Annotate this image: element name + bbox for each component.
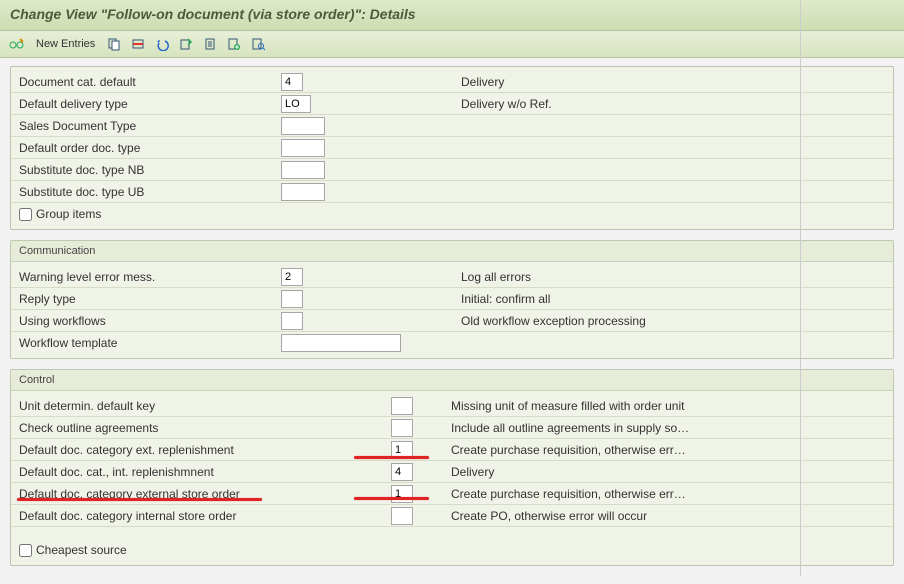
field-desc: Create purchase requisition, otherwise e…	[431, 487, 893, 501]
field-desc: Missing unit of measure filled with orde…	[431, 399, 893, 413]
group-communication: Communication Warning level error mess. …	[10, 240, 894, 359]
copy-icon[interactable]	[105, 35, 123, 53]
default-order-doc-type-input[interactable]	[281, 139, 325, 157]
undo-icon[interactable]	[153, 35, 171, 53]
group-main: Document cat. default Delivery Default d…	[10, 66, 894, 230]
field-label: Check outline agreements	[11, 421, 391, 435]
delete-icon[interactable]	[129, 35, 147, 53]
row-doc-cat-ext-store: Default doc. category external store ord…	[11, 483, 893, 505]
row-warning-level: Warning level error mess. Log all errors	[11, 266, 893, 288]
field-label: Default doc. category internal store ord…	[11, 509, 391, 523]
annotation-mark	[354, 456, 429, 459]
doc-add-icon[interactable]	[225, 35, 243, 53]
checkbox-label: Cheapest source	[36, 543, 127, 557]
field-label: Default doc. category ext. replenishment	[11, 443, 391, 457]
group-title: Communication	[11, 241, 893, 262]
field-label: Workflow template	[11, 336, 281, 350]
annotation-mark	[354, 497, 429, 500]
field-label: Substitute doc. type UB	[11, 185, 281, 199]
row-doc-cat-int-store: Default doc. category internal store ord…	[11, 505, 893, 527]
field-label: Default doc. cat., int. replenishmnent	[11, 465, 391, 479]
sub-doc-type-nb-input[interactable]	[281, 161, 325, 179]
field-desc: Delivery	[441, 75, 893, 89]
row-sub-doc-type-ub: Substitute doc. type UB	[11, 181, 893, 203]
row-doc-cat-int-replen: Default doc. cat., int. replenishmnent D…	[11, 461, 893, 483]
field-label: Substitute doc. type NB	[11, 163, 281, 177]
doc-icon[interactable]	[201, 35, 219, 53]
using-workflows-input[interactable]	[281, 312, 303, 330]
pane-divider	[800, 0, 801, 576]
default-delivery-type-input[interactable]	[281, 95, 311, 113]
annotation-mark	[17, 498, 262, 501]
row-default-order-doc-type: Default order doc. type	[11, 137, 893, 159]
field-desc: Delivery	[431, 465, 893, 479]
checkbox-label: Group items	[36, 207, 101, 221]
glasses-pencil-icon[interactable]	[8, 35, 26, 53]
doc-cat-default-input[interactable]	[281, 73, 303, 91]
page-title: Change View "Follow-on document (via sto…	[0, 0, 904, 31]
row-check-outline: Check outline agreements Include all out…	[11, 417, 893, 439]
row-reply-type: Reply type Initial: confirm all	[11, 288, 893, 310]
new-entries-button[interactable]: New Entries	[32, 38, 99, 50]
field-desc: Log all errors	[441, 270, 893, 284]
row-sub-doc-type-nb: Substitute doc. type NB	[11, 159, 893, 181]
row-default-delivery-type: Default delivery type Delivery w/o Ref.	[11, 93, 893, 115]
doc-search-icon[interactable]	[249, 35, 267, 53]
field-desc: Create purchase requisition, otherwise e…	[431, 443, 893, 457]
field-label: Using workflows	[11, 314, 281, 328]
group-items-checkbox[interactable]	[19, 208, 32, 221]
field-desc: Include all outline agreements in supply…	[431, 421, 893, 435]
check-outline-input[interactable]	[391, 419, 413, 437]
sales-doc-type-input[interactable]	[281, 117, 325, 135]
doc-cat-int-store-input[interactable]	[391, 507, 413, 525]
row-sales-doc-type: Sales Document Type	[11, 115, 893, 137]
group-title: Control	[11, 370, 893, 391]
field-desc: Initial: confirm all	[441, 292, 893, 306]
field-label: Unit determin. default key	[11, 399, 391, 413]
workflow-template-input[interactable]	[281, 334, 401, 352]
field-label: Warning level error mess.	[11, 270, 281, 284]
field-label: Sales Document Type	[11, 119, 281, 133]
save-next-icon[interactable]	[177, 35, 195, 53]
doc-cat-int-replen-input[interactable]	[391, 463, 413, 481]
field-label: Document cat. default	[11, 75, 281, 89]
row-doc-cat-ext-replen: Default doc. category ext. replenishment…	[11, 439, 893, 461]
field-label: Default order doc. type	[11, 141, 281, 155]
content: Document cat. default Delivery Default d…	[0, 58, 904, 584]
row-workflow-template: Workflow template	[11, 332, 893, 354]
row-unit-determin: Unit determin. default key Missing unit …	[11, 395, 893, 417]
row-doc-cat-default: Document cat. default Delivery	[11, 71, 893, 93]
field-desc: Old workflow exception processing	[441, 314, 893, 328]
warning-level-input[interactable]	[281, 268, 303, 286]
unit-determin-input[interactable]	[391, 397, 413, 415]
row-cheapest-source: Cheapest source	[11, 539, 893, 561]
field-desc: Create PO, otherwise error will occur	[431, 509, 893, 523]
group-control: Control Unit determin. default key Missi…	[10, 369, 894, 566]
field-desc: Delivery w/o Ref.	[441, 97, 893, 111]
field-label: Default delivery type	[11, 97, 281, 111]
toolbar: New Entries	[0, 31, 904, 58]
row-group-items: Group items	[11, 203, 893, 225]
sub-doc-type-ub-input[interactable]	[281, 183, 325, 201]
cheapest-source-checkbox[interactable]	[19, 544, 32, 557]
field-label: Reply type	[11, 292, 281, 306]
reply-type-input[interactable]	[281, 290, 303, 308]
row-using-workflows: Using workflows Old workflow exception p…	[11, 310, 893, 332]
